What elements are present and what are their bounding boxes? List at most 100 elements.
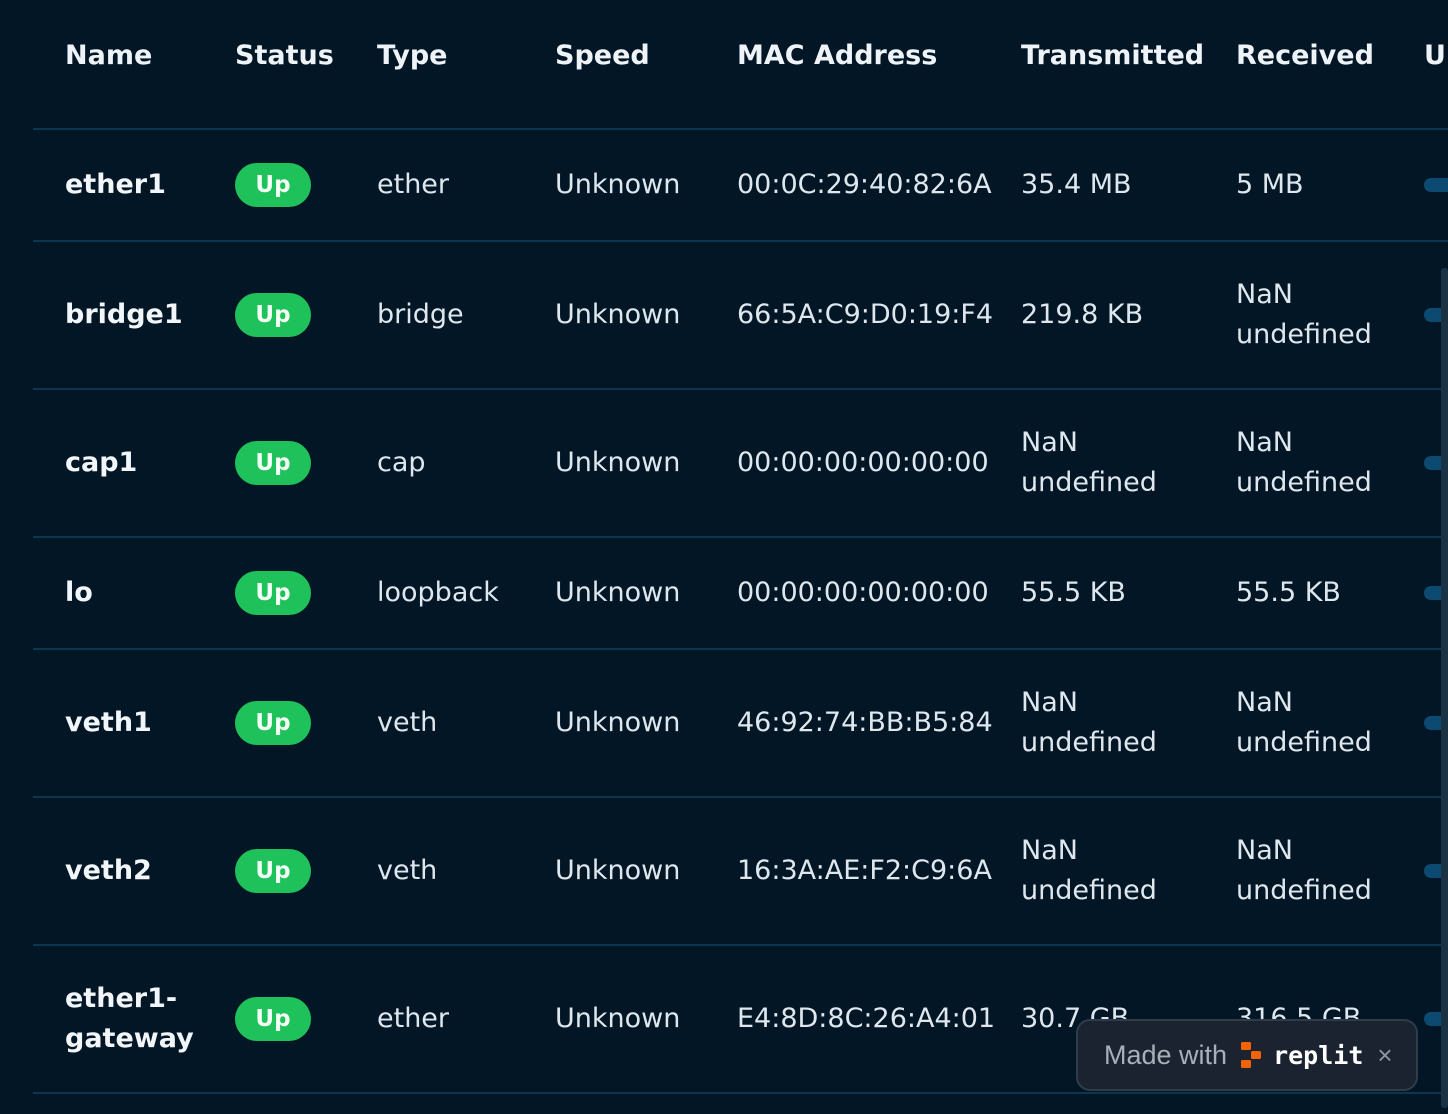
mac-address: 00:00:00:00:00:00 bbox=[737, 577, 989, 608]
mac-address: 16:3A:AE:F2:C9:6A bbox=[737, 855, 992, 886]
header-transmitted: Transmitted bbox=[1021, 40, 1205, 71]
transmitted-value: NaN bbox=[1021, 427, 1078, 458]
made-with-label: Made with bbox=[1104, 1039, 1228, 1070]
interface-name: lo bbox=[65, 577, 93, 608]
type-cell: ether bbox=[377, 130, 547, 240]
received-cell: 55.5 KB bbox=[1236, 538, 1421, 648]
transmitted-cell: NaN undefined bbox=[1021, 390, 1221, 536]
type-cell: ether bbox=[377, 946, 547, 1092]
close-icon[interactable]: × bbox=[1377, 1042, 1392, 1068]
interface-speed: Unknown bbox=[555, 707, 681, 738]
status-cell: Up bbox=[235, 242, 355, 388]
mac-address: 46:92:74:BB:B5:84 bbox=[737, 707, 993, 738]
interface-type: cap bbox=[377, 447, 426, 478]
received-value: undefined bbox=[1236, 875, 1372, 906]
replit-wordmark: replit bbox=[1273, 1040, 1364, 1070]
table-header-row: Name Status Type Speed MAC Address Trans… bbox=[33, 0, 1448, 130]
interface-name: ether1 bbox=[65, 169, 166, 200]
received-cell: NaN undefined bbox=[1236, 650, 1421, 796]
mac-address: 00:0C:29:40:82:6A bbox=[737, 169, 992, 200]
speed-cell: Unknown bbox=[555, 130, 725, 240]
status-badge: Up bbox=[235, 701, 311, 745]
made-with-replit-badge[interactable]: Made with replit × bbox=[1076, 1019, 1418, 1091]
interface-name-cell: veth2 bbox=[65, 798, 215, 944]
interface-type: ether bbox=[377, 169, 450, 200]
type-cell: veth bbox=[377, 650, 547, 796]
status-cell: Up bbox=[235, 798, 355, 944]
mac-address-cell: 46:92:74:BB:B5:84 bbox=[737, 650, 1017, 796]
transmitted-cell: 219.8 KB bbox=[1021, 242, 1221, 388]
table-row[interactable]: veth2 Up veth Unknown 16:3A:AE:F2:C9:6A NaN un… bbox=[33, 798, 1448, 946]
interface-type: bridge bbox=[377, 299, 464, 330]
mac-address-cell: 66:5A:C9:D0:19:F4 bbox=[737, 242, 1017, 388]
received-value: NaN bbox=[1236, 835, 1293, 866]
mac-address-cell: E4:8D:8C:26:A4:01 bbox=[737, 946, 1017, 1092]
mac-address-cell: 00:0C:29:40:82:6A bbox=[737, 130, 1017, 240]
transmitted-value: undefined bbox=[1021, 467, 1157, 498]
interface-speed: Unknown bbox=[555, 169, 681, 200]
status-cell: Up bbox=[235, 130, 355, 240]
interface-type: ether bbox=[377, 1003, 450, 1034]
speed-cell: Unknown bbox=[555, 242, 725, 388]
header-received: Received bbox=[1236, 40, 1374, 71]
interface-name: veth1 bbox=[65, 707, 152, 738]
received-value: undefined bbox=[1236, 727, 1372, 758]
interface-speed: Unknown bbox=[555, 855, 681, 886]
vertical-scrollbar[interactable] bbox=[1441, 268, 1448, 1108]
status-cell: Up bbox=[235, 946, 355, 1092]
table-row[interactable]: veth1 Up veth Unknown 46:92:74:BB:B5:84 NaN un… bbox=[33, 650, 1448, 798]
interface-name-cell: veth1 bbox=[65, 650, 215, 796]
interface-type: veth bbox=[377, 707, 438, 738]
mac-address: 66:5A:C9:D0:19:F4 bbox=[737, 299, 994, 330]
table-row[interactable]: ether1 Up ether Unknown 00:0C:29:40:82:6A 35.… bbox=[33, 130, 1448, 242]
speed-cell: Unknown bbox=[555, 946, 725, 1092]
interfaces-table: Name Status Type Speed MAC Address Trans… bbox=[33, 0, 1448, 1094]
status-badge: Up bbox=[235, 293, 311, 337]
interface-name-cell: cap1 bbox=[65, 390, 215, 536]
received-value: NaN bbox=[1236, 427, 1293, 458]
interface-name: cap1 bbox=[65, 447, 138, 478]
transmitted-value: undefined bbox=[1021, 875, 1157, 906]
interface-speed: Unknown bbox=[555, 1003, 681, 1034]
received-value: NaN bbox=[1236, 279, 1293, 310]
mac-address-cell: 16:3A:AE:F2:C9:6A bbox=[737, 798, 1017, 944]
transmitted-value: NaN bbox=[1021, 835, 1078, 866]
header-name: Name bbox=[65, 40, 153, 71]
header-status: Status bbox=[235, 40, 334, 71]
status-cell: Up bbox=[235, 390, 355, 536]
table-body: ether1 Up ether Unknown 00:0C:29:40:82:6A 35.… bbox=[33, 130, 1448, 1094]
type-cell: veth bbox=[377, 798, 547, 944]
transmitted-value: 219.8 KB bbox=[1021, 299, 1144, 330]
mac-address: 00:00:00:00:00:00 bbox=[737, 447, 989, 478]
transmitted-cell: NaN undefined bbox=[1021, 798, 1221, 944]
received-cell: NaN undefined bbox=[1236, 798, 1421, 944]
interface-name-cell: lo bbox=[65, 538, 215, 648]
transmitted-cell: 55.5 KB bbox=[1021, 538, 1221, 648]
speed-cell: Unknown bbox=[555, 650, 725, 796]
interface-name-line: gateway bbox=[65, 1023, 194, 1054]
status-cell: Up bbox=[235, 538, 355, 648]
table-row[interactable]: lo Up loopback Unknown 00:00:00:00:00:00 55.5… bbox=[33, 538, 1448, 650]
status-badge: Up bbox=[235, 441, 311, 485]
interface-type: loopback bbox=[377, 577, 499, 608]
header-type: Type bbox=[377, 40, 448, 71]
transmitted-cell: 35.4 MB bbox=[1021, 130, 1221, 240]
type-cell: cap bbox=[377, 390, 547, 536]
interface-name-line: ether1- bbox=[65, 983, 178, 1014]
table-row[interactable]: bridge1 Up bridge Unknown 66:5A:C9:D0:19:F4 2… bbox=[33, 242, 1448, 390]
mac-address-cell: 00:00:00:00:00:00 bbox=[737, 538, 1017, 648]
speed-cell: Unknown bbox=[555, 798, 725, 944]
table-row[interactable]: cap1 Up cap Unknown 00:00:00:00:00:00 NaN unde… bbox=[33, 390, 1448, 538]
enable-toggle[interactable] bbox=[1424, 178, 1448, 192]
status-badge: Up bbox=[235, 849, 311, 893]
received-value: 55.5 KB bbox=[1236, 577, 1341, 608]
interface-name: veth2 bbox=[65, 855, 152, 886]
interface-type: veth bbox=[377, 855, 438, 886]
received-value: undefined bbox=[1236, 467, 1372, 498]
received-value: 5 MB bbox=[1236, 169, 1304, 200]
received-cell: 5 MB bbox=[1236, 130, 1421, 240]
interface-name-cell: ether1- gateway bbox=[65, 946, 215, 1092]
type-cell: bridge bbox=[377, 242, 547, 388]
interfaces-page: Name Status Type Speed MAC Address Trans… bbox=[0, 0, 1448, 1114]
speed-cell: Unknown bbox=[555, 538, 725, 648]
